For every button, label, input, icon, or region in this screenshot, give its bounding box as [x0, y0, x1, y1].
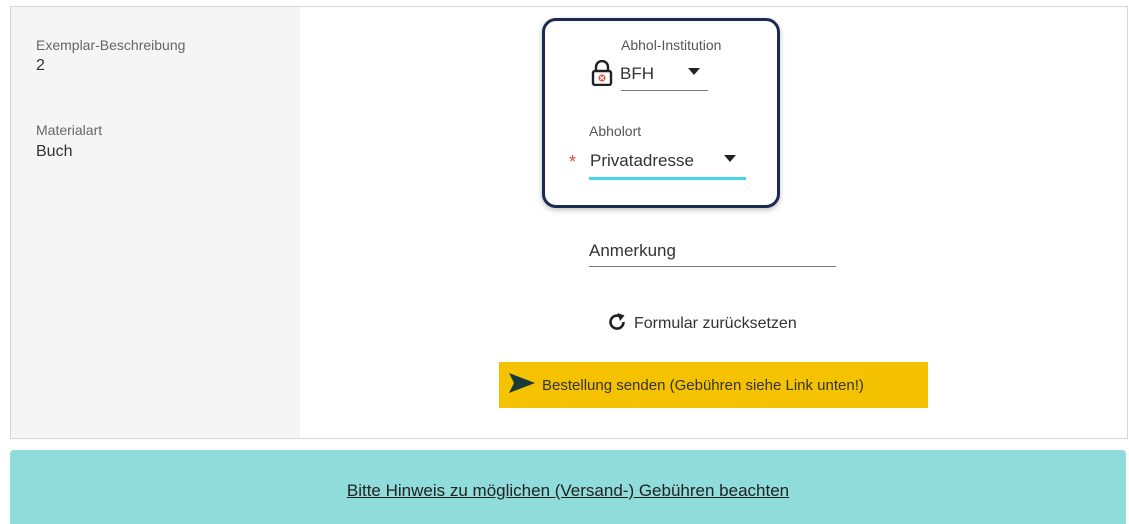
institution-value: BFH [620, 64, 654, 83]
material-value: Buch [36, 143, 73, 160]
reset-form-label: Formular zurücksetzen [634, 315, 797, 332]
exemplar-value: 2 [36, 57, 45, 74]
location-label: Abholort [589, 123, 642, 139]
fees-info-link[interactable]: Bitte Hinweis zu möglichen (Versand-) Ge… [10, 481, 1126, 501]
exemplar-label: Exemplar-Beschreibung [36, 37, 186, 53]
dropdown-caret-icon [688, 68, 700, 75]
reset-form-button[interactable]: Formular zurücksetzen [606, 312, 797, 336]
submit-order-label: Bestellung senden (Gebühren siehe Link u… [542, 376, 864, 394]
fees-banner: Bitte Hinweis zu möglichen (Versand-) Ge… [10, 450, 1126, 524]
location-underline [589, 177, 746, 180]
page: Exemplar-Beschreibung 2 Materialart Buch… [0, 0, 1129, 524]
note-label: Anmerkung [589, 241, 676, 260]
refresh-icon [606, 311, 628, 338]
lock-icon [591, 59, 613, 87]
item-details-panel: Exemplar-Beschreibung 2 Materialart Buch [11, 7, 300, 438]
dropdown-caret-icon [724, 155, 736, 162]
note-underline [589, 266, 836, 267]
institution-underline [621, 90, 708, 91]
submit-order-button[interactable]: Bestellung senden (Gebühren siehe Link u… [499, 362, 928, 408]
send-icon [508, 372, 536, 398]
location-value: Privatadresse [590, 151, 694, 170]
material-label: Materialart [36, 122, 103, 138]
required-indicator: * [569, 152, 577, 172]
institution-label: Abhol-Institution [621, 37, 722, 53]
